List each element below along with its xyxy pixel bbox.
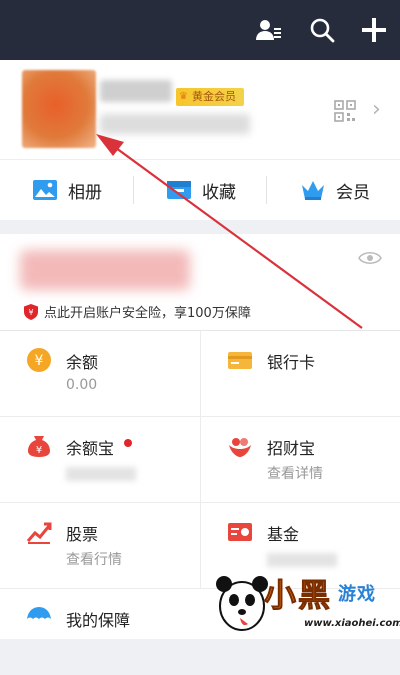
grid-title: 我的保障 bbox=[66, 611, 131, 630]
account-redacted bbox=[100, 114, 250, 134]
favorites-icon bbox=[167, 181, 191, 199]
total-assets-card[interactable]: ¥ 点此开启账户安全险，享100万保障 bbox=[0, 234, 400, 330]
notification-dot bbox=[124, 439, 132, 447]
grid-desc: 查看行情 bbox=[66, 552, 122, 568]
watermark-url: www.xiaohei.com bbox=[304, 618, 400, 629]
chevron-right-icon[interactable]: › bbox=[372, 98, 381, 122]
total-assets-redacted bbox=[20, 250, 190, 290]
eye-icon[interactable] bbox=[358, 250, 382, 266]
yuebao-icon: ¥ bbox=[28, 436, 50, 457]
contacts-icon[interactable] bbox=[254, 16, 282, 44]
quick-favorites-label: 收藏 bbox=[202, 182, 236, 203]
top-navigation-bar bbox=[0, 0, 400, 60]
grid-title: 基金 bbox=[267, 525, 300, 544]
balance-icon: ¥ bbox=[27, 348, 51, 372]
grid-item-stock[interactable]: 股票 查看行情 bbox=[0, 503, 200, 589]
shield-icon: ¥ bbox=[24, 303, 38, 320]
member-badge[interactable]: ♛ 黄金会员 bbox=[176, 88, 244, 106]
search-icon[interactable] bbox=[308, 16, 336, 44]
insurance-promo-text: 点此开启账户安全险，享100万保障 bbox=[44, 306, 251, 321]
avatar[interactable] bbox=[22, 70, 96, 148]
grid-title: 招财宝 bbox=[267, 439, 316, 458]
crown-badge-icon: ♛ bbox=[179, 91, 188, 102]
grid-item-balance[interactable]: ¥ 余额 0.00 bbox=[0, 331, 200, 417]
grid-desc: 查看详情 bbox=[267, 466, 323, 482]
grid-item-insurance[interactable]: 我的保障 bbox=[0, 589, 200, 675]
zhaocaibao-icon bbox=[229, 438, 251, 457]
grid-title: 余额 bbox=[66, 353, 99, 372]
quick-membership-label: 会员 bbox=[336, 182, 370, 203]
quick-favorites[interactable]: 收藏 bbox=[166, 160, 236, 220]
grid-title: 余额宝 bbox=[66, 439, 115, 458]
insurance-umbrella-icon bbox=[27, 607, 51, 619]
watermark-brand: 小黑 bbox=[263, 576, 333, 615]
account-insurance-link[interactable]: ¥ 点此开启账户安全险，享100万保障 bbox=[24, 302, 251, 321]
grid-title: 银行卡 bbox=[267, 353, 316, 372]
grid-title: 股票 bbox=[66, 525, 99, 544]
bank-card-icon bbox=[228, 352, 252, 369]
crown-icon bbox=[302, 181, 324, 200]
balance-value: 0.00 bbox=[66, 377, 98, 393]
member-badge-label: 黄金会员 bbox=[192, 90, 236, 103]
watermark-logo: 小黑 游戏 www.xiaohei.com bbox=[210, 560, 400, 639]
quick-actions: 相册 收藏 会员 bbox=[0, 160, 400, 220]
quick-membership[interactable]: 会员 bbox=[300, 160, 370, 220]
username-redacted bbox=[100, 80, 172, 102]
grid-item-bank-card[interactable]: 银行卡 bbox=[200, 331, 400, 417]
svg-text:¥: ¥ bbox=[28, 308, 33, 317]
svg-text:¥: ¥ bbox=[35, 353, 44, 369]
watermark-brand-suffix: 游戏 bbox=[338, 584, 376, 605]
quick-album-label: 相册 bbox=[68, 182, 102, 203]
stock-icon bbox=[26, 522, 52, 544]
yuebao-redacted bbox=[66, 467, 136, 481]
fund-icon bbox=[228, 523, 252, 541]
quick-album[interactable]: 相册 bbox=[32, 160, 102, 220]
svg-text:¥: ¥ bbox=[36, 445, 42, 456]
grid-item-yuebao[interactable]: ¥ 余额宝 bbox=[0, 417, 200, 503]
grid-item-zhaocaibao[interactable]: 招财宝 查看详情 bbox=[200, 417, 400, 503]
profile-card[interactable]: ♛ 黄金会员 › bbox=[0, 60, 400, 160]
add-icon[interactable] bbox=[360, 16, 388, 44]
qr-code-icon[interactable] bbox=[334, 100, 356, 122]
photo-album-icon bbox=[33, 180, 57, 200]
